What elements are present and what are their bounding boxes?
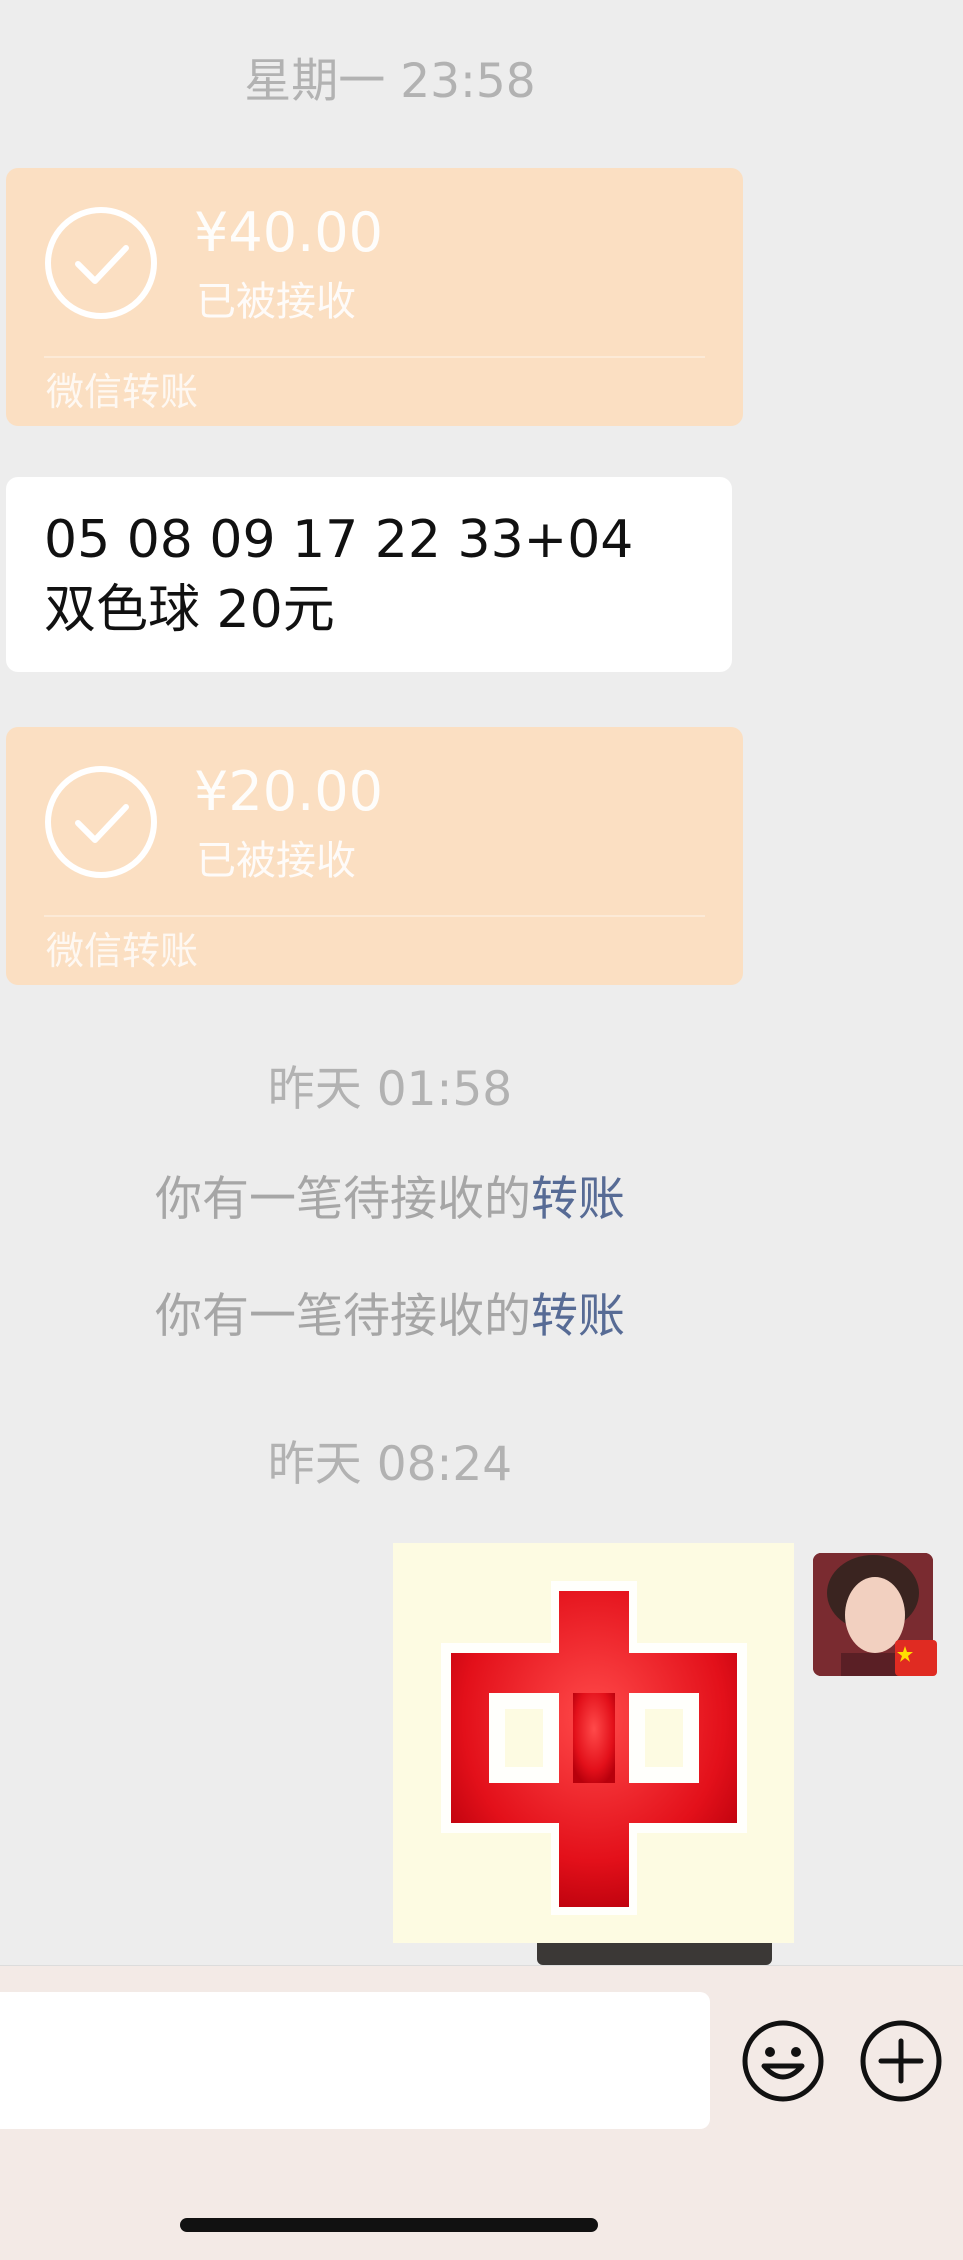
sticker-message[interactable]	[393, 1543, 794, 1943]
text-message-bubble[interactable]: 05 08 09 17 22 33+04 双色球 20元	[6, 477, 732, 672]
divider	[44, 356, 705, 358]
system-notice-text: 你有一笔待接收的	[155, 1289, 531, 1344]
home-indicator[interactable]	[180, 2218, 598, 2232]
transfer-brand: 微信转账	[46, 929, 199, 973]
transfer-amount: ¥20.00	[194, 760, 383, 823]
transfer-card[interactable]: ¥40.00 已被接收 微信转账	[6, 168, 743, 426]
zhong-character-sticker-icon	[441, 1581, 747, 1915]
timestamp: 星期一 23:58	[244, 54, 536, 109]
timestamp: 昨天 01:58	[267, 1062, 513, 1117]
transfer-card[interactable]: ¥20.00 已被接收 微信转账	[6, 727, 743, 985]
message-input[interactable]	[0, 1992, 710, 2129]
system-notice-text: 你有一笔待接收的	[155, 1172, 531, 1227]
transfer-status: 已被接收	[196, 838, 356, 884]
transfer-brand: 微信转账	[46, 370, 199, 414]
system-notice: 你有一笔待接收的转账	[0, 1287, 780, 1347]
timestamp: 昨天 08:24	[267, 1437, 513, 1492]
check-circle-icon	[45, 766, 157, 878]
check-circle-icon	[45, 207, 157, 319]
transfer-link[interactable]: 转账	[531, 1289, 625, 1344]
transfer-status: 已被接收	[196, 279, 356, 325]
transfer-link[interactable]: 转账	[531, 1172, 625, 1227]
chat-screen: { "messages": { "timestamp_1": "星期一 23:5…	[0, 0, 963, 2260]
next-message-edge	[537, 1943, 772, 1965]
flag-badge-icon	[895, 1640, 937, 1676]
input-bar	[0, 1965, 963, 2260]
plus-circle-icon[interactable]	[858, 2018, 944, 2104]
divider	[44, 915, 705, 917]
transfer-amount: ¥40.00	[194, 201, 383, 264]
smiley-face-icon[interactable]	[740, 2018, 826, 2104]
system-notice: 你有一笔待接收的转账	[0, 1170, 780, 1230]
